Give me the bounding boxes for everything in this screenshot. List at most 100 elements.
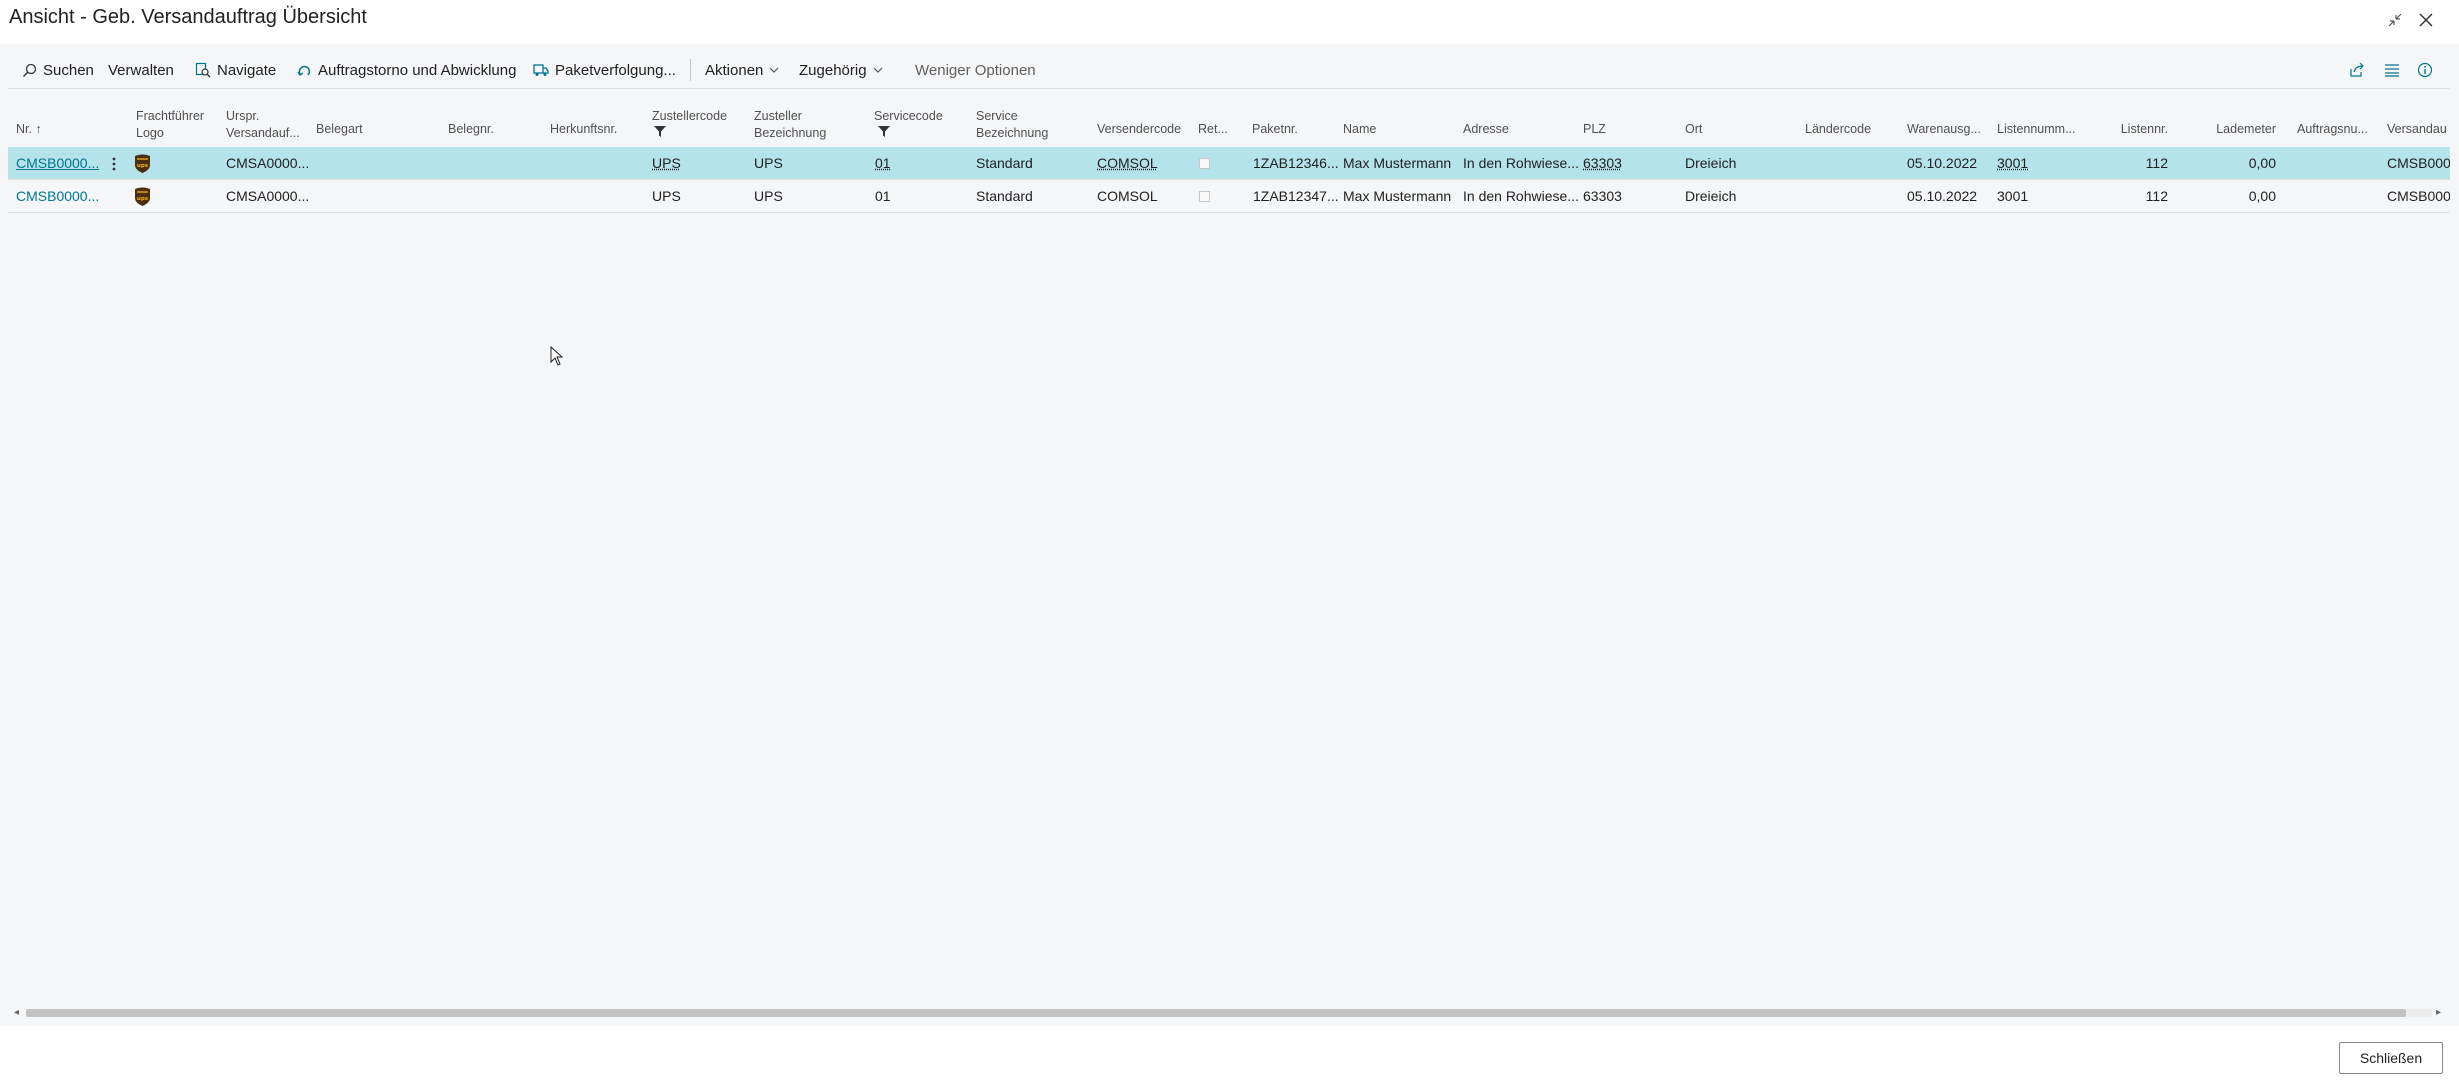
- col-service-2: Bezeichnung: [976, 126, 1049, 140]
- filter-icon[interactable]: [654, 126, 666, 137]
- col-plz[interactable]: PLZ: [1583, 121, 1606, 137]
- col-orig-2: Versandauf...: [226, 126, 300, 140]
- col-warenausg[interactable]: Warenausg...: [1907, 121, 1981, 137]
- navigate-label: Navigate: [217, 61, 277, 79]
- cell-versendercode[interactable]: COMSOL: [1097, 180, 1158, 213]
- close-icon[interactable]: [2414, 8, 2438, 32]
- col-zustellercode[interactable]: Zustellercode: [652, 108, 727, 124]
- chevron-down-icon: [873, 67, 882, 73]
- col-belegnr[interactable]: Belegnr.: [448, 121, 494, 137]
- col-auftragsnu[interactable]: Auftragsnu...: [2297, 121, 2368, 137]
- col-lademeter[interactable]: Lademeter: [2190, 121, 2276, 137]
- row-menu-icon[interactable]: [112, 147, 116, 180]
- action-bar: Suchen Verwalten Navigate Auftragstorno …: [0, 52, 2459, 88]
- col-ret[interactable]: Ret...: [1198, 121, 1228, 137]
- return-checkbox[interactable]: [1199, 158, 1210, 169]
- scroll-left-icon[interactable]: ◂: [14, 1007, 19, 1018]
- cell-orig: CMSA0000...: [226, 188, 310, 204]
- info-button[interactable]: [2417, 52, 2439, 88]
- collapse-icon[interactable]: [2383, 8, 2407, 32]
- col-versandau[interactable]: Versandau: [2387, 121, 2447, 137]
- col-versendercode[interactable]: Versendercode: [1097, 121, 1181, 137]
- cell-ort: Dreieich: [1685, 155, 1737, 171]
- col-carrier-logo-2: Logo: [136, 126, 164, 140]
- col-name[interactable]: Name: [1343, 121, 1376, 137]
- navigate-icon: [195, 62, 211, 78]
- col-belegart[interactable]: Belegart: [316, 121, 363, 137]
- svg-text:ups: ups: [137, 196, 149, 202]
- cell-lademeter: 0,00: [2248, 188, 2276, 204]
- cell-lademeter: 0,00: [2248, 155, 2276, 171]
- footer: Schließen: [0, 1026, 2459, 1081]
- fewer-options-button[interactable]: Weniger Optionen: [915, 52, 1036, 88]
- cell-zustellercode[interactable]: UPS: [652, 180, 681, 213]
- col-listennr[interactable]: Listennr.: [2094, 121, 2168, 137]
- cell-servicecode[interactable]: 01: [875, 147, 891, 180]
- cell-paketnr: 1ZAB12346...: [1253, 155, 1339, 171]
- cell-plz[interactable]: 63303: [1583, 180, 1622, 213]
- cell-warenausg: 05.10.2022: [1907, 155, 1978, 171]
- cell-listennumm[interactable]: 3001: [1997, 180, 2028, 213]
- cell-nr[interactable]: CMSB0000...: [16, 147, 102, 180]
- cell-warenausg: 05.10.2022: [1907, 188, 1978, 204]
- scroll-thumb[interactable]: [26, 1009, 2406, 1017]
- table-row[interactable]: CMSB0000... ups CMSA0000... UPS UPS 01 S…: [8, 147, 2450, 180]
- col-listennumm[interactable]: Listennumm...: [1997, 121, 2076, 137]
- table-row[interactable]: CMSB0000... ups CMSA0000... UPS UPS 01 S…: [8, 180, 2450, 213]
- fewer-options-label: Weniger Optionen: [915, 61, 1036, 79]
- col-adresse[interactable]: Adresse: [1463, 121, 1509, 137]
- title-bar: Ansicht - Geb. Versandauftrag Übersicht: [0, 0, 2459, 44]
- col-orig-1[interactable]: Urspr.: [226, 108, 259, 124]
- cell-zustellercode[interactable]: UPS: [652, 147, 681, 180]
- col-carrier-logo-1[interactable]: Frachtführer: [136, 108, 204, 124]
- col-nr[interactable]: Nr. ↑: [16, 121, 42, 137]
- actions-menu[interactable]: Aktionen: [705, 52, 779, 88]
- navigate-button[interactable]: Navigate: [195, 52, 276, 88]
- col-laendercode[interactable]: Ländercode: [1805, 121, 1871, 137]
- cell-adresse: In den Rohwiese...: [1463, 155, 1579, 171]
- page-title: Ansicht - Geb. Versandauftrag Übersicht: [9, 6, 367, 28]
- ups-logo-icon: ups: [135, 154, 150, 173]
- cancel-order-button[interactable]: Auftragstorno und Abwicklung: [297, 52, 516, 88]
- col-zusteller-2: Bezeichnung: [754, 126, 827, 140]
- cell-plz[interactable]: 63303: [1583, 147, 1622, 180]
- search-button[interactable]: Suchen: [22, 52, 94, 88]
- cell-listennumm[interactable]: 3001: [1997, 147, 2028, 180]
- tracking-button[interactable]: Paketverfolgung...: [533, 52, 676, 88]
- cell-paketnr: 1ZAB12347...: [1253, 188, 1339, 204]
- svg-text:ups: ups: [137, 163, 149, 169]
- cell-servicecode[interactable]: 01: [875, 180, 891, 213]
- cell-versandau: CMSB000: [2387, 155, 2450, 171]
- cell-zusteller: UPS: [754, 155, 783, 171]
- cell-listennr: 112: [2145, 188, 2168, 204]
- horizontal-scrollbar[interactable]: ◂ ▸: [8, 1005, 2450, 1021]
- cell-orig: CMSA0000...: [226, 155, 310, 171]
- return-checkbox[interactable]: [1199, 191, 1210, 202]
- cancel-order-label: Auftragstorno und Abwicklung: [318, 61, 517, 79]
- undo-icon: [297, 65, 311, 76]
- close-button[interactable]: Schließen: [2339, 1042, 2443, 1074]
- cell-zusteller: UPS: [754, 188, 783, 204]
- chevron-down-icon: [769, 67, 779, 73]
- filter-icon[interactable]: [878, 126, 890, 137]
- share-button[interactable]: [2349, 52, 2371, 88]
- col-servicecode[interactable]: Servicecode: [874, 108, 943, 124]
- info-icon: [2417, 62, 2433, 78]
- col-paketnr[interactable]: Paketnr.: [1252, 121, 1298, 137]
- list-view-button[interactable]: [2384, 52, 2406, 88]
- col-ort[interactable]: Ort: [1685, 121, 1702, 137]
- cell-service: Standard: [976, 188, 1033, 204]
- scroll-right-icon[interactable]: ▸: [2436, 1007, 2441, 1018]
- ups-logo-icon: ups: [135, 187, 150, 206]
- col-zusteller-1[interactable]: Zusteller: [754, 108, 802, 124]
- search-label: Suchen: [43, 61, 94, 79]
- col-service-1[interactable]: Service: [976, 108, 1018, 124]
- cell-versendercode[interactable]: COMSOL: [1097, 147, 1158, 180]
- cell-service: Standard: [976, 155, 1033, 171]
- related-label: Zugehörig: [799, 61, 867, 79]
- share-icon: [2350, 62, 2364, 77]
- col-herkunft[interactable]: Herkunftsnr.: [550, 121, 617, 137]
- cell-nr[interactable]: CMSB0000...: [16, 180, 102, 213]
- related-menu[interactable]: Zugehörig: [799, 52, 883, 88]
- manage-button[interactable]: Verwalten: [108, 52, 174, 88]
